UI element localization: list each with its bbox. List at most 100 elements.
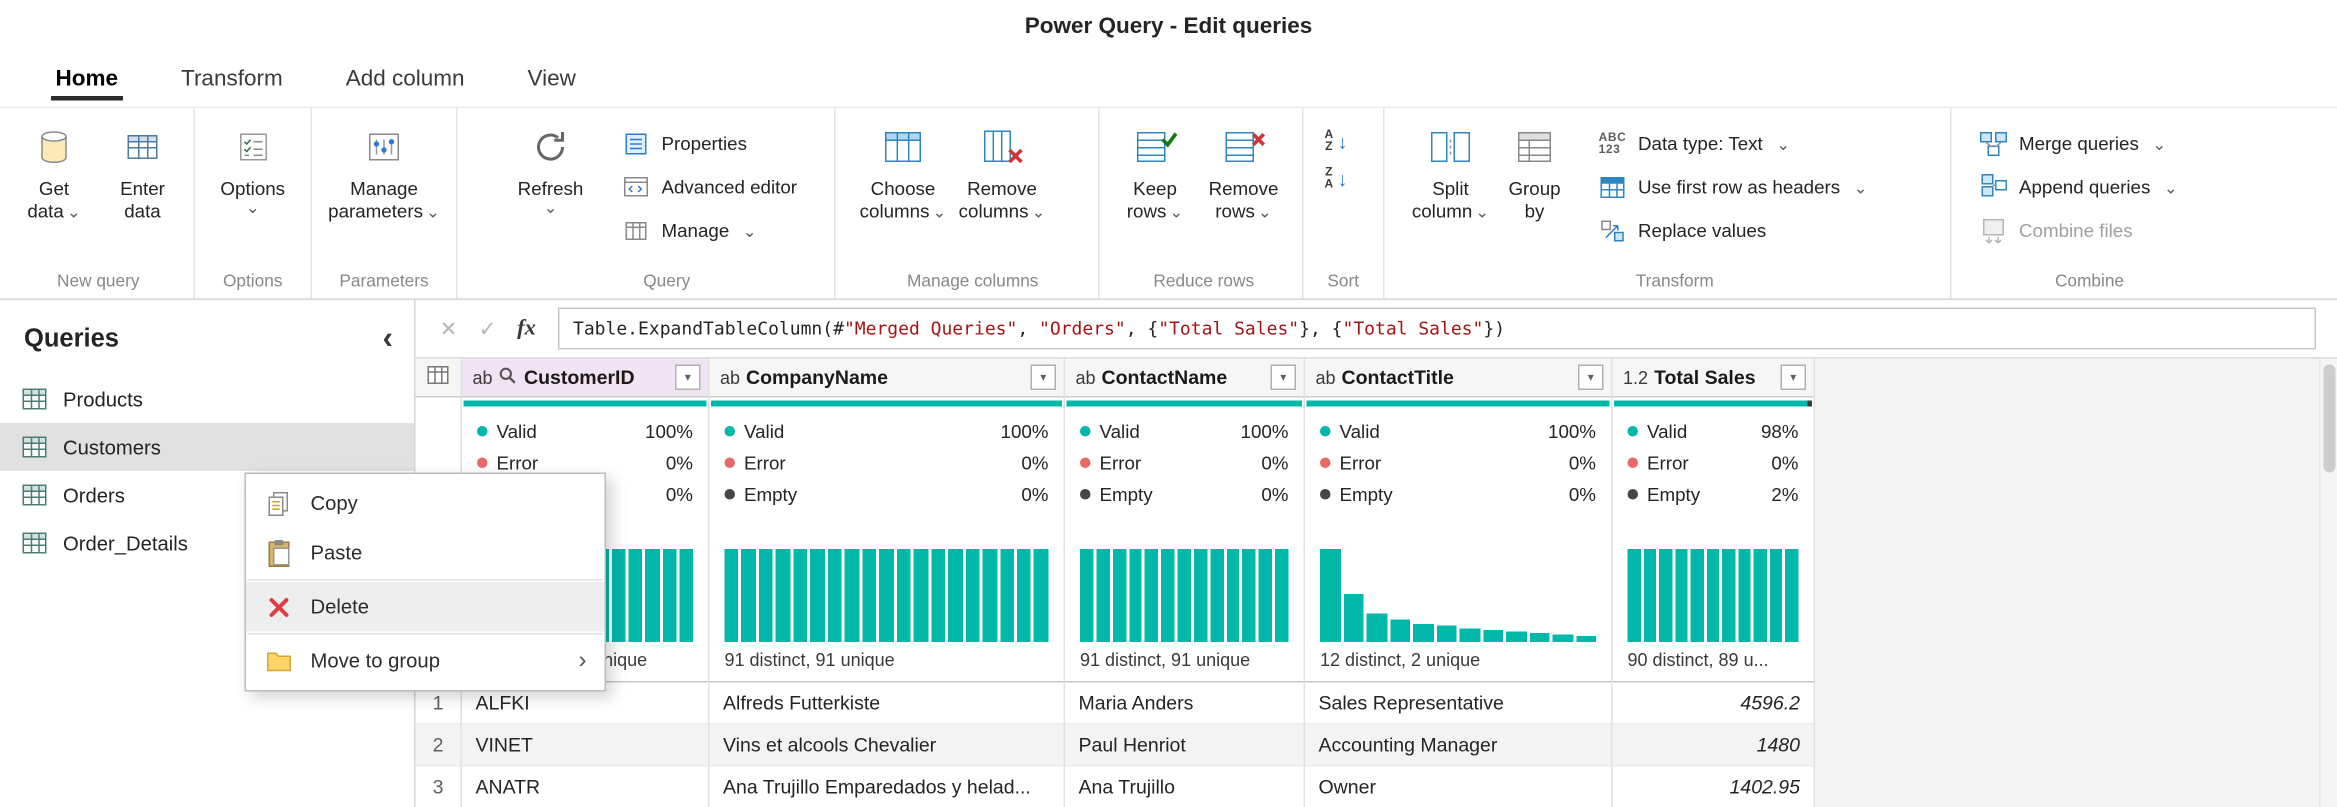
use-first-row-as-headers-button[interactable]: Use first row as headers ⌄	[1589, 170, 1877, 206]
grid-cell[interactable]: Vins et alcools Chevalier	[710, 725, 1064, 767]
grid-cell[interactable]: 1402.95	[1613, 767, 1814, 807]
grid-cell[interactable]: Sales Representative	[1305, 683, 1611, 725]
manage-parameters-button[interactable]: Manage parameters⌄	[321, 111, 447, 270]
grid-cell[interactable]: Alfreds Futterkiste	[710, 683, 1064, 725]
query-item-customers[interactable]: Customers	[0, 423, 414, 471]
column-name: ContactName	[1102, 366, 1228, 389]
hist-bar	[1080, 549, 1093, 642]
advanced-editor-button[interactable]: Advanced editor	[612, 170, 806, 206]
grid-cell[interactable]: Ana Trujillo	[1065, 767, 1304, 807]
hist-bar	[1096, 549, 1109, 642]
group-by-button[interactable]: Group by	[1497, 111, 1572, 270]
chevron-down-icon: ⌄	[1169, 204, 1183, 222]
select-all-corner[interactable]	[416, 359, 461, 398]
enter-data-button[interactable]: Enter data	[101, 111, 185, 270]
filter-button[interactable]: ▾	[1578, 365, 1604, 391]
remove-rows-icon	[1221, 123, 1266, 171]
paste-icon	[264, 538, 294, 568]
data-type-button[interactable]: ABC123 Data type: Text ⌄	[1589, 126, 1877, 162]
ribbon-group-combine: Merge queries ⌄ Append queries ⌄	[1952, 108, 2219, 299]
formula-input[interactable]: Table.ExpandTableColumn(#"Merged Queries…	[558, 308, 2316, 350]
hist-bar	[1553, 635, 1573, 642]
cancel-icon[interactable]: ✕	[431, 316, 467, 342]
quality-row-valid: Valid100%	[1305, 416, 1611, 448]
grid-cell[interactable]: Owner	[1305, 767, 1611, 807]
query-item-products[interactable]: Products	[0, 375, 414, 423]
fx-icon: fx	[509, 316, 545, 342]
keep-rows-icon	[1133, 123, 1178, 171]
column-header-companyname[interactable]: ab CompanyName ▾	[710, 359, 1064, 398]
hist-bar	[1194, 549, 1207, 642]
scrollbar-thumb[interactable]	[2324, 365, 2336, 473]
properties-button[interactable]: Properties	[612, 126, 806, 162]
sort-za-icon: ZA	[1325, 167, 1334, 191]
column-quality-panel: Valid100% Error0% Empty0% 12 distinct, 2…	[1305, 398, 1611, 683]
menu-item-paste[interactable]: Paste	[246, 528, 605, 578]
grid-cell[interactable]: VINET	[462, 725, 708, 767]
keep-rows-button[interactable]: Keep rows⌄	[1115, 111, 1196, 270]
hist-bar	[679, 549, 693, 642]
tab-add-column[interactable]: Add column	[314, 51, 496, 107]
filter-button[interactable]: ▾	[675, 365, 701, 391]
grid-cell[interactable]: ANATR	[462, 767, 708, 807]
tab-home[interactable]: Home	[24, 51, 150, 107]
hist-bar	[1460, 628, 1480, 642]
hist-bar	[914, 549, 928, 642]
append-queries-button[interactable]: Append queries ⌄	[1970, 170, 2187, 206]
hist-bar	[629, 549, 643, 642]
column-header-total-sales[interactable]: 1.2 Total Sales ▾	[1613, 359, 1814, 398]
hist-bar	[862, 549, 876, 642]
menu-item-delete[interactable]: Delete	[246, 582, 605, 632]
table-icon	[426, 365, 450, 391]
grid-cell[interactable]: 4596.2	[1613, 683, 1814, 725]
sort-ascending-button[interactable]: AZ ↓	[1325, 129, 1348, 153]
get-data-button[interactable]: Get data⌄	[12, 111, 96, 270]
remove-rows-button[interactable]: Remove rows⌄	[1200, 111, 1287, 270]
hist-bar	[1628, 549, 1641, 642]
copy-icon	[264, 488, 294, 518]
hist-bar	[948, 549, 962, 642]
collapse-pane-icon[interactable]: ‹	[383, 329, 394, 350]
choose-columns-button[interactable]: Choose columns⌄	[857, 111, 950, 270]
sort-descending-button[interactable]: ZA ↓	[1325, 167, 1348, 191]
tab-transform[interactable]: Transform	[150, 51, 315, 107]
commit-icon[interactable]: ✓	[470, 316, 506, 342]
refresh-button[interactable]: Refresh ⌄	[509, 111, 593, 270]
grid-cell[interactable]: 1480	[1613, 725, 1814, 767]
formula-segment: , {	[1126, 318, 1159, 339]
tab-view[interactable]: View	[496, 51, 607, 107]
ribbon-group-options: Options ⌄ Options	[195, 108, 312, 299]
menu-item-move-to-group[interactable]: Move to group ›	[246, 636, 605, 686]
key-icon	[499, 365, 519, 389]
ribbon-group-new-query: Get data⌄ Enter data New query	[3, 108, 195, 299]
grid-cell[interactable]: Paul Henriot	[1065, 725, 1304, 767]
filter-button[interactable]: ▾	[1271, 365, 1297, 391]
options-button[interactable]: Options ⌄	[206, 111, 299, 270]
grid-cell[interactable]: Ana Trujillo Emparedados y helad...	[710, 767, 1064, 807]
remove-columns-button[interactable]: Remove columns⌄	[954, 111, 1050, 270]
grid-cell[interactable]: Accounting Manager	[1305, 725, 1611, 767]
grid-cell[interactable]: Maria Anders	[1065, 683, 1304, 725]
chevron-down-icon: ⌄	[1776, 134, 1790, 154]
column-header-contacttitle[interactable]: ab ContactTitle ▾	[1305, 359, 1611, 398]
valid-dot-icon	[477, 426, 488, 437]
manage-button[interactable]: Manage ⌄	[612, 213, 806, 249]
value-distribution-histogram	[1320, 549, 1596, 642]
filter-button[interactable]: ▾	[1031, 365, 1057, 391]
chevron-down-icon: ⌄	[2164, 178, 2178, 198]
manage-icon	[621, 216, 651, 246]
menu-item-copy[interactable]: Copy	[246, 479, 605, 529]
column-header-contactname[interactable]: ab ContactName ▾	[1065, 359, 1304, 398]
split-column-button[interactable]: Split column⌄	[1409, 111, 1493, 270]
ribbon-group-parameters: Manage parameters⌄ Parameters	[312, 108, 458, 299]
replace-values-button[interactable]: Replace values	[1589, 213, 1877, 249]
merge-queries-button[interactable]: Merge queries ⌄	[1970, 126, 2187, 162]
column-header-customerid[interactable]: ab CustomerID ▾	[462, 359, 708, 398]
filter-button[interactable]: ▾	[1781, 365, 1807, 391]
split-column-icon	[1428, 123, 1473, 171]
hist-bar	[1659, 549, 1672, 642]
hist-bar	[1722, 549, 1735, 642]
hist-bar	[1145, 549, 1158, 642]
vertical-scrollbar[interactable]	[2319, 359, 2337, 807]
hist-bar	[1390, 620, 1410, 642]
